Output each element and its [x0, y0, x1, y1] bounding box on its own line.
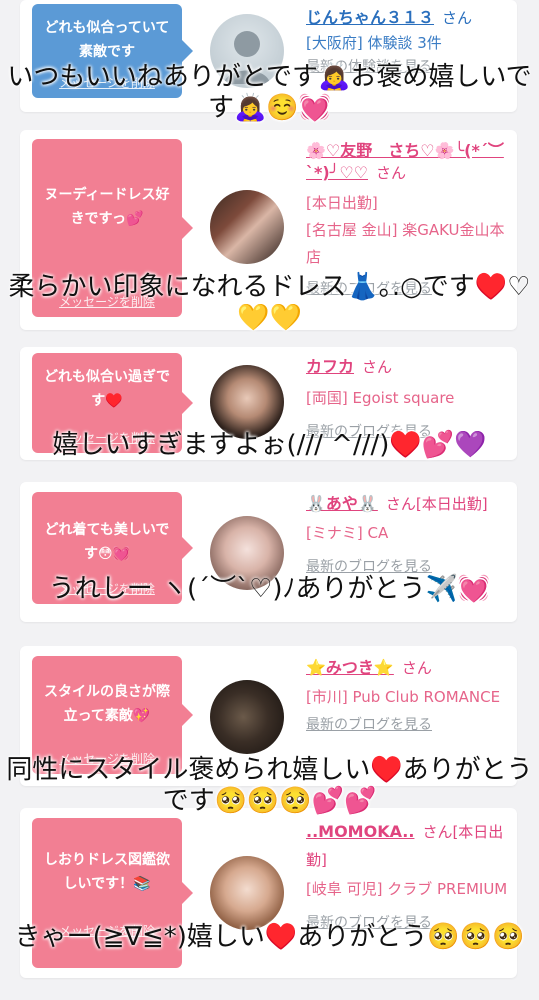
message-text: しおりドレス図鑑欲しいです！📚 [44, 852, 170, 892]
honorific: さん [376, 164, 407, 182]
avatar[interactable] [210, 365, 284, 439]
profile-info: ⭐みつき⭐ さん [市川] Pub Club ROMANCE 最新のブログを見る [306, 656, 511, 735]
reply-caption: 同性にスタイル褒められ嬉しい♥️ありがとうです🥺🥺🥺💕💕 [6, 755, 533, 816]
message-text: どれも似合い過ぎです♥️ [44, 369, 170, 409]
detail-line: [ミナミ] CA [306, 524, 389, 542]
honorific: さん [401, 659, 432, 677]
user-name-link[interactable]: カフカ [306, 357, 354, 376]
latest-post-link[interactable]: 最新のブログを見る [306, 715, 511, 735]
reply-caption: きゃー(≧∇≦*)嬉しい♥️ありがとう🥺🥺🥺 [14, 922, 525, 952]
message-text: どれ着ても美しいです😳💓 [44, 522, 170, 562]
avatar[interactable] [210, 680, 284, 754]
user-name-link[interactable]: ⭐みつき⭐ [306, 658, 394, 677]
detail-line: [市川] Pub Club ROMANCE [306, 688, 501, 706]
reply-caption: 柔らかい印象になれるドレス👗｡.○です♥️♡💛💛 [8, 272, 531, 333]
reply-caption: うれしー ヽ(´︶`♡)ﾉありがとう✈️💓 [48, 574, 491, 604]
honorific: さん [442, 9, 473, 27]
detail-line: [両国] Egoist square [306, 389, 455, 407]
avatar[interactable] [210, 190, 284, 264]
user-name-link[interactable]: じんちゃん３１３ [306, 8, 434, 27]
honorific: さん [362, 358, 393, 376]
profile-info: ..MOMOKA.. さん[本日出勤] [岐阜 可児] クラブ PREMIUM 最… [306, 818, 511, 933]
avatar[interactable] [210, 856, 284, 930]
detail-line: [岐阜 可児] クラブ PREMIUM [306, 880, 508, 898]
reply-caption: 嬉しいすぎますよぉ(/// ^///)♥️💕💜 [52, 430, 487, 460]
detail-line: [本日出勤] [306, 194, 378, 212]
message-text: ヌーディードレス好きですっ💕 [44, 187, 170, 227]
message-text: スタイルの良さが際立って素敵💖 [44, 684, 170, 724]
user-name-link[interactable]: 🐰あや🐰 [306, 494, 378, 513]
message-text: どれも似合っていて素敵です [44, 20, 170, 60]
profile-info: カフカ さん [両国] Egoist square 最新のブログを見る [306, 355, 511, 442]
honorific: さん[本日出勤] [385, 495, 488, 513]
detail-line: [名古屋 金山] 楽GAKU金山本店 [306, 221, 505, 266]
profile-info: 🐰あや🐰 さん[本日出勤] [ミナミ] CA 最新のブログを見る [306, 490, 511, 577]
user-name-link[interactable]: ..MOMOKA.. [306, 822, 414, 841]
reply-caption: いつもいいねありがとです🙇‍♀️お褒め嬉しいです🙇‍♀️☺️💓 [7, 62, 532, 123]
detail-line: [大阪府] 体験談 3件 [306, 34, 442, 52]
